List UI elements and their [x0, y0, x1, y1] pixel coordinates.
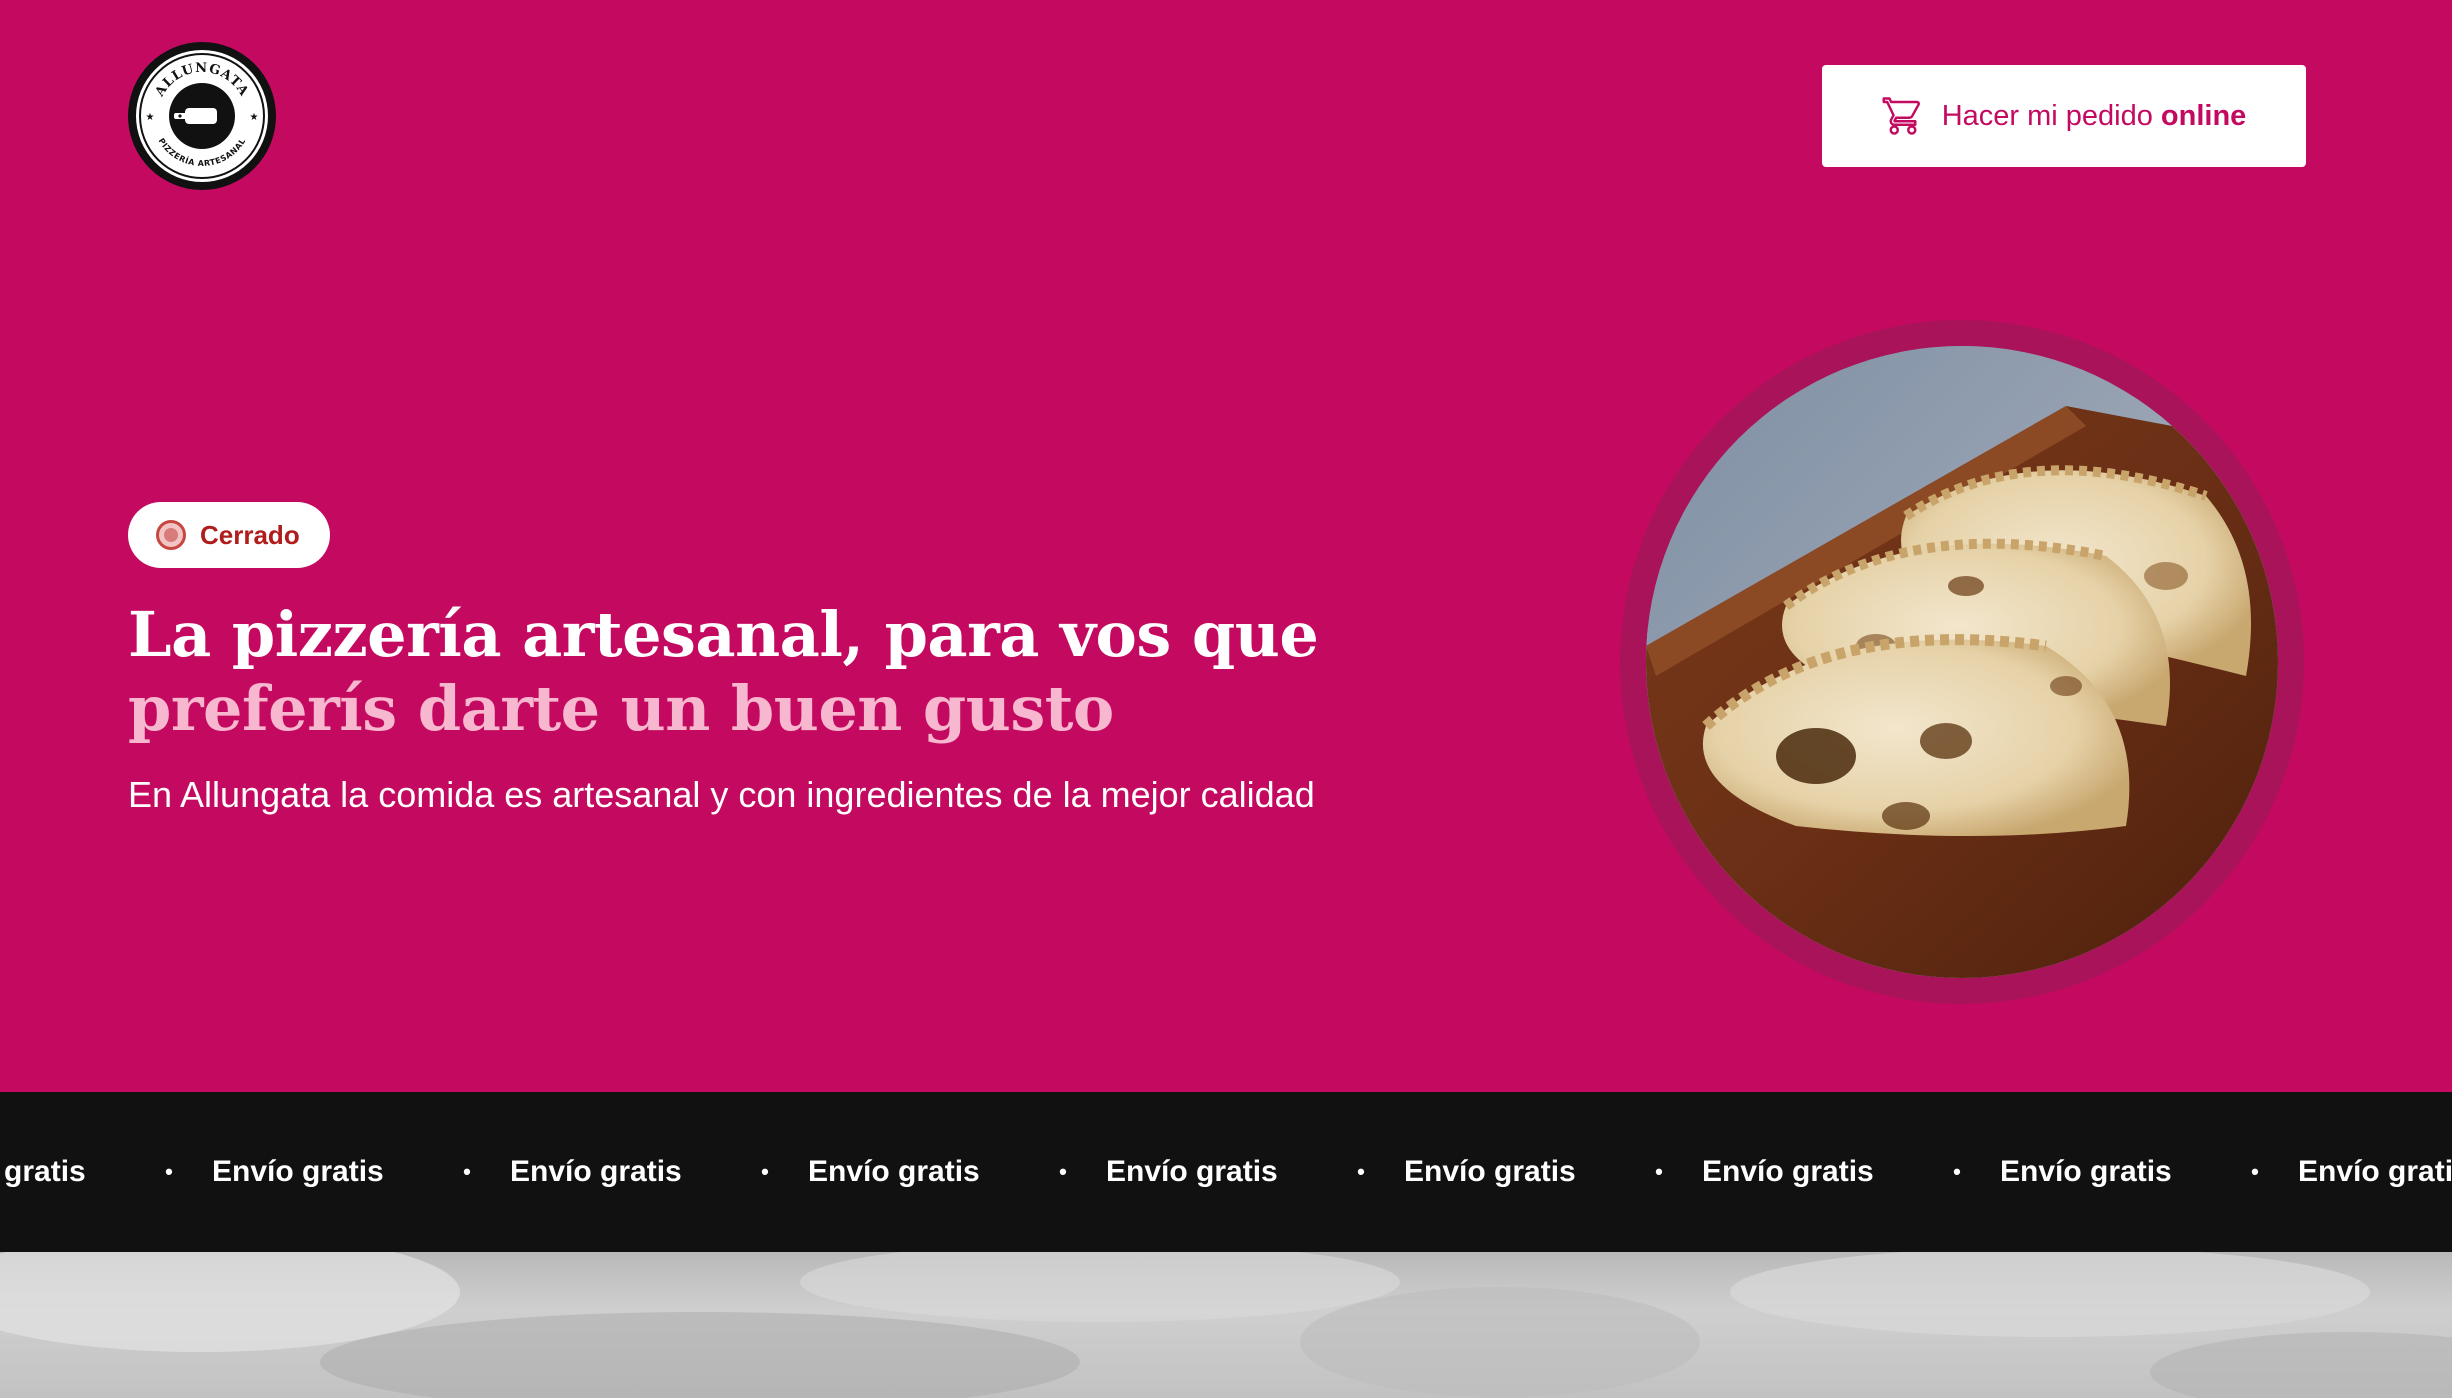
marquee-item: Envío gratis•	[510, 1155, 808, 1189]
hero-subtitle: En Allungata la comida es artesanal y co…	[128, 774, 1315, 815]
bullet-separator: •	[2251, 1159, 2259, 1184]
order-online-button[interactable]: Hacer mi pedido online	[1822, 65, 2306, 167]
headline-accent: preferís darte un buen gusto	[128, 672, 1114, 745]
bullet-separator: •	[1655, 1159, 1663, 1184]
allungata-logo[interactable]: ALLUNGATA PIZZERÍA ARTESANAL ★ ★	[128, 42, 276, 190]
marquee-item: Envío gratis•	[1106, 1155, 1404, 1189]
bullet-separator: •	[1357, 1159, 1365, 1184]
status-badge: Cerrado	[128, 502, 330, 568]
headline-main: La pizzería artesanal, para vos que	[128, 598, 1319, 671]
hero-section: ALLUNGATA PIZZERÍA ARTESANAL ★ ★ Hacer m…	[0, 0, 2452, 1092]
marquee-item: Envío gratis	[2298, 1155, 2452, 1188]
logo-emblem-icon: ALLUNGATA PIZZERÍA ARTESANAL ★ ★	[130, 44, 274, 188]
marquee-item: Envío gratis•	[1404, 1155, 1702, 1189]
svg-text:★: ★	[146, 112, 155, 123]
status-dot-icon	[156, 520, 186, 550]
order-button-label-prefix: Hacer mi pedido	[1941, 99, 2153, 132]
hero-headline: La pizzería artesanal, para vos que pref…	[128, 598, 1528, 746]
bullet-separator: •	[1953, 1159, 1961, 1184]
status-label: Cerrado	[200, 519, 300, 550]
svg-text:★: ★	[250, 112, 259, 123]
cart-icon	[1882, 95, 1924, 137]
marquee-item: Envío gratis•	[0, 1155, 212, 1189]
empanadas-image	[1646, 346, 2278, 978]
order-button-label: Hacer mi pedido online	[1942, 100, 2247, 133]
marquee-item: Envío gratis•	[808, 1155, 1106, 1189]
bullet-separator: •	[165, 1159, 173, 1184]
order-button-label-bold: online	[2160, 99, 2247, 132]
free-shipping-marquee: Envío gratis• Envío gratis• Envío gratis…	[0, 1092, 2452, 1252]
hero-image-frame	[1620, 320, 2304, 1004]
marquee-item: Envío gratis•	[2000, 1155, 2298, 1189]
flour-texture-background	[0, 1252, 2452, 1398]
bullet-separator: •	[463, 1159, 471, 1184]
marquee-track: Envío gratis• Envío gratis• Envío gratis…	[0, 1092, 2452, 1252]
marquee-item: Envío gratis•	[1702, 1155, 2000, 1189]
bullet-separator: •	[1059, 1159, 1067, 1184]
bullet-separator: •	[761, 1159, 769, 1184]
marquee-item: Envío gratis•	[212, 1155, 510, 1189]
